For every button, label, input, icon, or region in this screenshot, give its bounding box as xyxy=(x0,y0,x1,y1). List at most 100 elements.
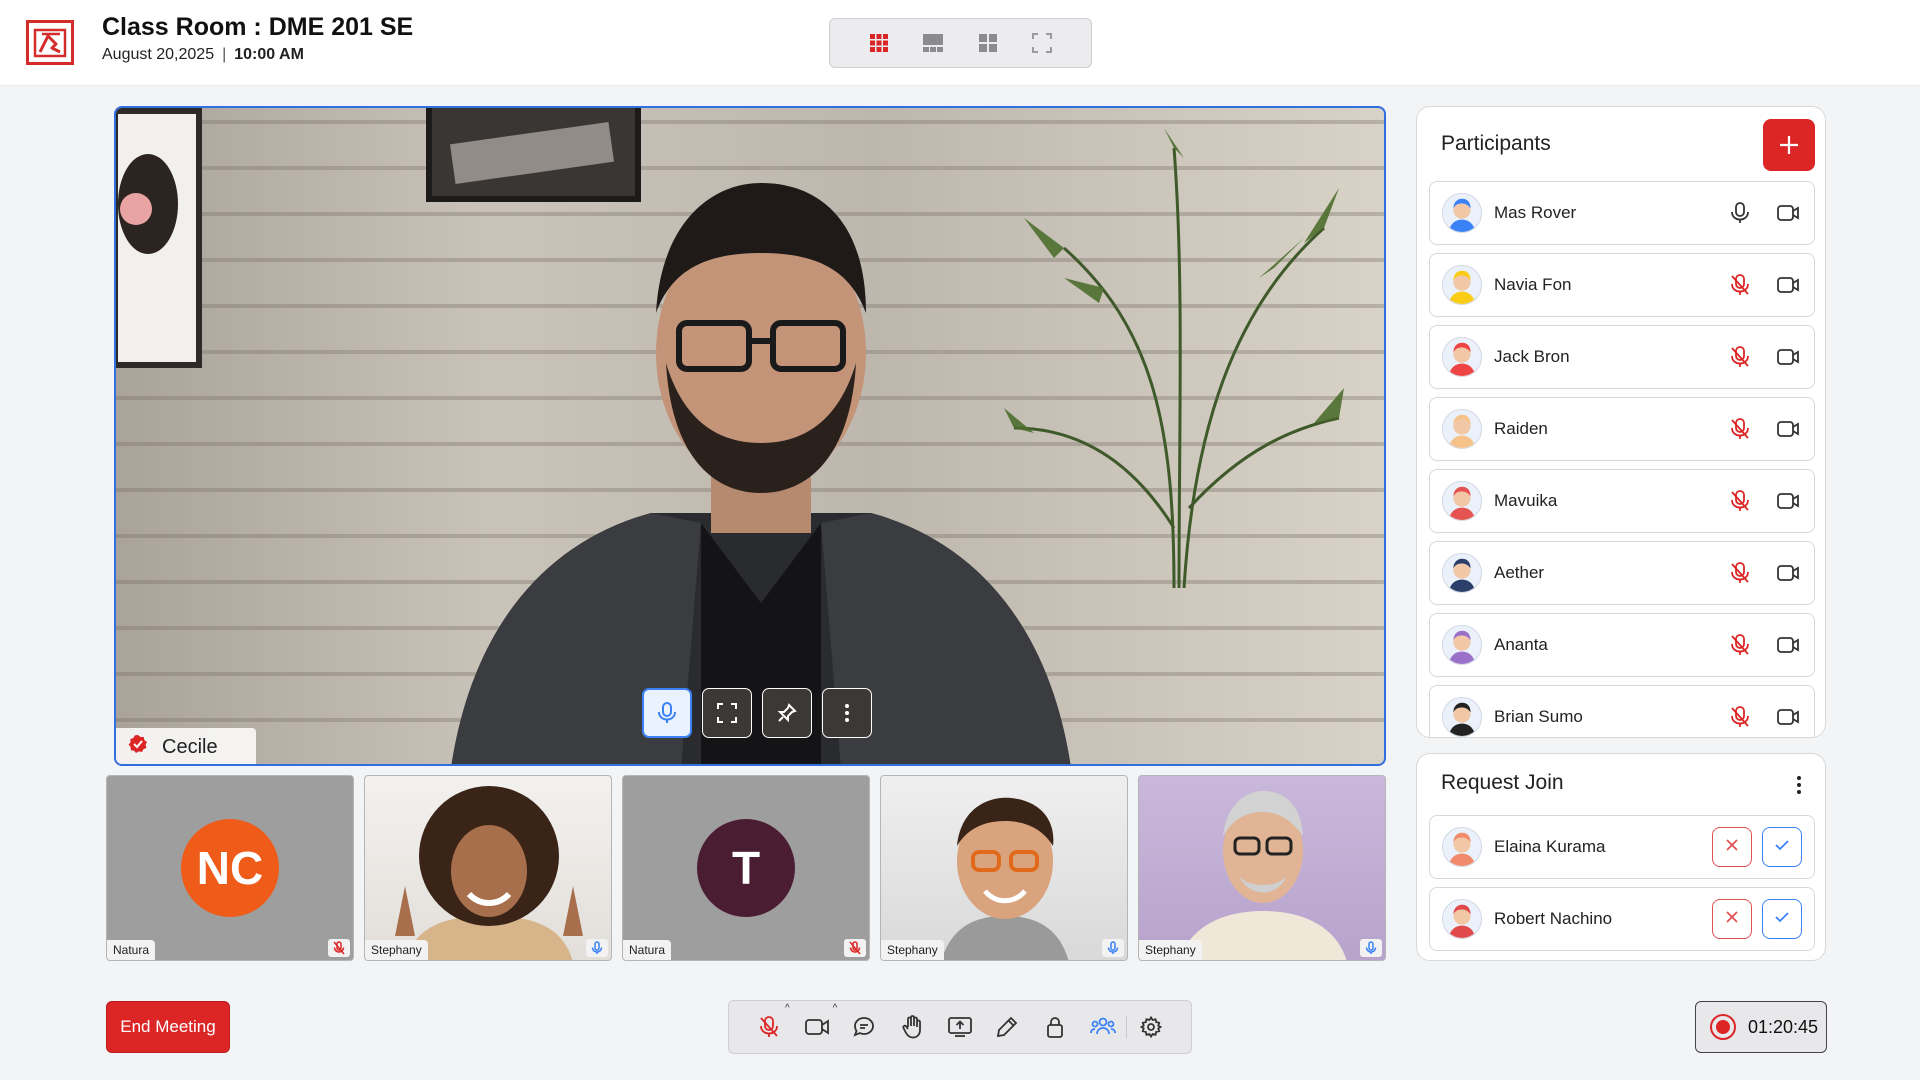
avatar xyxy=(1442,625,1482,665)
requester-name: Robert Nachino xyxy=(1494,909,1613,928)
more-vertical-icon[interactable] xyxy=(822,688,872,738)
camera-icon[interactable] xyxy=(1774,703,1802,731)
timer-value: 01:20:45 xyxy=(1748,1016,1819,1037)
pen-icon[interactable] xyxy=(983,1007,1031,1047)
participant-name: Jack Bron xyxy=(1494,347,1570,366)
camera-icon[interactable] xyxy=(1774,487,1802,515)
requester-name: Elaina Kurama xyxy=(1494,837,1606,856)
recording-timer[interactable]: 01:20:45 xyxy=(1695,1001,1827,1053)
lock-icon[interactable] xyxy=(1031,1007,1079,1047)
participant-row[interactable]: Aether xyxy=(1429,541,1815,605)
mic-off-icon[interactable] xyxy=(1726,559,1754,587)
camera-icon[interactable] xyxy=(1774,343,1802,371)
request-join-panel: Request Join Elaina Kurama Robert Nachino xyxy=(1416,753,1826,961)
share-screen-icon[interactable] xyxy=(936,1007,984,1047)
meeting-datetime: August 20,2025 | 10:00 AM xyxy=(102,46,304,64)
mic-icon[interactable] xyxy=(1726,199,1754,227)
mic-off-icon[interactable]: ^ xyxy=(745,1003,793,1047)
thumbnail-name: Stephany xyxy=(881,940,944,960)
fullscreen-icon[interactable] xyxy=(1027,28,1057,58)
avatar xyxy=(1442,193,1482,233)
meeting-time: 10:00 AM xyxy=(234,46,304,63)
mic-off-icon[interactable] xyxy=(1726,343,1754,371)
accept-request-button[interactable] xyxy=(1762,899,1802,939)
avatar xyxy=(1442,553,1482,593)
participant-row[interactable]: Raiden xyxy=(1429,397,1815,461)
expand-icon[interactable] xyxy=(702,688,752,738)
participant-row[interactable]: Mavuika xyxy=(1429,469,1815,533)
camera-icon[interactable] xyxy=(1774,271,1802,299)
participants-title: Participants xyxy=(1441,132,1551,155)
pin-icon[interactable] xyxy=(762,688,812,738)
more-vertical-icon[interactable] xyxy=(1789,770,1809,800)
deny-request-button[interactable] xyxy=(1712,827,1752,867)
speaker-name: Cecile xyxy=(162,735,218,758)
request-join-list: Elaina Kurama Robert Nachino xyxy=(1429,815,1815,959)
mic-off-icon[interactable] xyxy=(1726,271,1754,299)
end-meeting-button[interactable]: End Meeting xyxy=(106,1001,230,1053)
request-row: Elaina Kurama xyxy=(1429,815,1815,879)
layout-switcher xyxy=(829,18,1092,68)
participant-row[interactable]: Ananta xyxy=(1429,613,1815,677)
speaker-silhouette xyxy=(451,183,1071,764)
caret-up-icon[interactable]: ^ xyxy=(833,1003,838,1014)
mic-off-icon[interactable] xyxy=(1726,703,1754,731)
mic-off-icon xyxy=(844,939,866,957)
settings-icon[interactable] xyxy=(1127,1007,1175,1047)
initials-avatar: NC xyxy=(181,819,279,917)
avatar xyxy=(1442,265,1482,305)
grid-3x3-icon[interactable] xyxy=(864,28,894,58)
check-icon xyxy=(1774,838,1790,856)
mic-off-icon[interactable] xyxy=(1726,487,1754,515)
participant-name: Navia Fon xyxy=(1494,275,1572,294)
mic-off-icon xyxy=(328,939,350,957)
thumbnail-name: Natura xyxy=(623,940,672,960)
participant-row[interactable]: Jack Bron xyxy=(1429,325,1815,389)
accept-request-button[interactable] xyxy=(1762,827,1802,867)
thumbnail-tile[interactable]: Stephany xyxy=(1138,775,1386,961)
camera-icon[interactable]: ^ xyxy=(793,1003,841,1047)
add-participant-button[interactable] xyxy=(1763,119,1815,171)
camera-icon[interactable] xyxy=(1774,415,1802,443)
participant-name: Ananta xyxy=(1494,635,1548,654)
participant-name: Aether xyxy=(1494,563,1545,582)
thumbnail-name: Stephany xyxy=(365,940,428,960)
page-title: Class Room : DME 201 SE xyxy=(102,13,414,41)
close-icon xyxy=(1725,910,1739,929)
participant-photo xyxy=(395,786,583,960)
header-bar: Class Room : DME 201 SE August 20,2025 | 1… xyxy=(0,0,1920,86)
raise-hand-icon[interactable] xyxy=(888,1007,936,1047)
participant-name: Brian Sumo xyxy=(1494,707,1583,726)
camera-icon[interactable] xyxy=(1774,559,1802,587)
video-controls xyxy=(642,688,872,738)
avatar xyxy=(1442,827,1482,867)
participant-row[interactable]: Brian Sumo xyxy=(1429,685,1815,737)
participant-row[interactable]: Mas Rover xyxy=(1429,181,1815,245)
thumbnail-tile[interactable]: T Natura xyxy=(622,775,870,961)
verified-badge-icon xyxy=(128,734,148,760)
check-icon xyxy=(1774,910,1790,928)
camera-icon[interactable] xyxy=(1774,199,1802,227)
participant-row[interactable]: Navia Fon xyxy=(1429,253,1815,317)
mic-icon[interactable] xyxy=(642,688,692,738)
thumbnail-tile[interactable]: Stephany xyxy=(364,775,612,961)
grid-2x2-icon[interactable] xyxy=(973,28,1003,58)
close-icon xyxy=(1725,838,1739,857)
caret-up-icon[interactable]: ^ xyxy=(785,1003,790,1014)
record-icon xyxy=(1710,1014,1736,1040)
avatar xyxy=(1442,409,1482,449)
deny-request-button[interactable] xyxy=(1712,899,1752,939)
participant-photo xyxy=(941,797,1069,960)
mic-off-icon[interactable] xyxy=(1726,415,1754,443)
mic-off-icon[interactable] xyxy=(1726,631,1754,659)
thumbnail-tile[interactable]: NC Natura xyxy=(106,775,354,961)
avatar xyxy=(1442,337,1482,377)
request-row: Robert Nachino xyxy=(1429,887,1815,951)
participants-icon[interactable] xyxy=(1079,1007,1127,1047)
mic-icon xyxy=(1360,939,1382,957)
camera-icon[interactable] xyxy=(1774,631,1802,659)
main-video-tile[interactable]: Cecile xyxy=(114,106,1386,766)
thumbnail-tile[interactable]: Stephany xyxy=(880,775,1128,961)
speaker-layout-icon[interactable] xyxy=(918,28,948,58)
chat-icon[interactable] xyxy=(840,1007,888,1047)
